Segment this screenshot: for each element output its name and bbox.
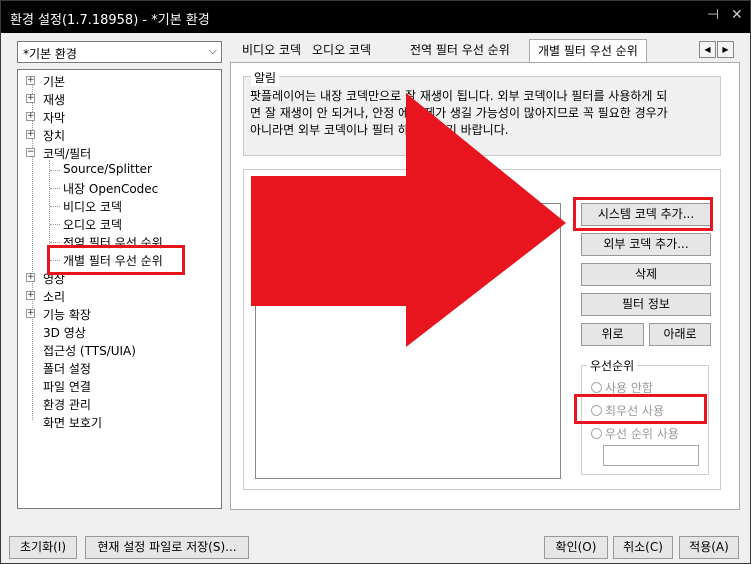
save-settings-file-button[interactable]: 현재 설정 파일로 저장(S)... (85, 536, 249, 559)
settings-window: 환경 설정(1.7.18958) - *기본 환경 ⊣ ✕ *기본 환경 ⌵ +… (0, 0, 751, 564)
cancel-button[interactable]: 취소(C) (613, 536, 673, 559)
footer-bar: 초기화(I) 현재 설정 파일로 저장(S)... 확인(O) 취소(C) 적용… (1, 531, 750, 563)
apply-button[interactable]: 적용(A) (679, 536, 739, 559)
red-arrow-annotation (251, 93, 566, 347)
ok-button[interactable]: 확인(O) (544, 536, 608, 559)
reset-button[interactable]: 초기화(I) (9, 536, 77, 559)
